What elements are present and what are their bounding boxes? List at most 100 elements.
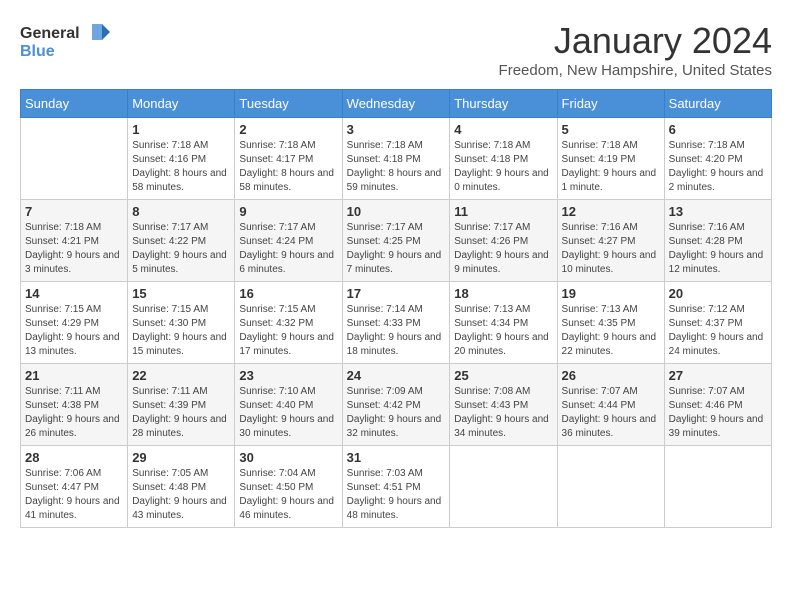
calendar-cell: 9 Sunrise: 7:17 AMSunset: 4:24 PMDaylight…: [235, 200, 342, 282]
day-number: 19: [562, 286, 660, 301]
calendar-cell: 12 Sunrise: 7:16 AMSunset: 4:27 PMDayligh…: [557, 200, 664, 282]
calendar-cell: 25 Sunrise: 7:08 AMSunset: 4:43 PMDayligh…: [450, 364, 557, 446]
day-info: Sunrise: 7:17 AMSunset: 4:22 PMDaylight:…: [132, 221, 230, 277]
calendar-cell: 6 Sunrise: 7:18 AMSunset: 4:20 PMDaylight…: [664, 118, 771, 200]
calendar-cell: 3 Sunrise: 7:18 AMSunset: 4:18 PMDaylight…: [342, 118, 450, 200]
day-number: 15: [132, 286, 230, 301]
day-info: Sunrise: 7:12 AMSunset: 4:37 PMDaylight:…: [669, 303, 767, 359]
calendar-cell: 19 Sunrise: 7:13 AMSunset: 4:35 PMDayligh…: [557, 282, 664, 364]
col-header-monday: Monday: [128, 90, 235, 118]
calendar-cell: 13Sunrise: 7:16 AMSunset: 4:28 PMDayligh…: [664, 200, 771, 282]
day-info: Sunrise: 7:11 AMSunset: 4:39 PMDaylight:…: [132, 385, 230, 441]
day-info: Sunrise: 7:16 AMSunset: 4:27 PMDaylight:…: [562, 221, 660, 277]
day-number: 2: [239, 122, 337, 137]
col-header-wednesday: Wednesday: [342, 90, 450, 118]
day-number: 26: [562, 368, 660, 383]
col-header-friday: Friday: [557, 90, 664, 118]
day-number: 3: [347, 122, 446, 137]
day-info: Sunrise: 7:07 AMSunset: 4:46 PMDaylight:…: [669, 385, 767, 441]
svg-text:General: General: [20, 25, 80, 42]
col-header-tuesday: Tuesday: [235, 90, 342, 118]
day-number: 20: [669, 286, 767, 301]
calendar-body: 1 Sunrise: 7:18 AMSunset: 4:16 PMDaylight…: [21, 118, 772, 528]
day-info: Sunrise: 7:17 AMSunset: 4:24 PMDaylight:…: [239, 221, 337, 277]
calendar-cell: [450, 446, 557, 528]
day-number: 24: [347, 368, 446, 383]
day-info: Sunrise: 7:15 AMSunset: 4:29 PMDaylight:…: [25, 303, 123, 359]
calendar-header-row: SundayMondayTuesdayWednesdayThursdayFrid…: [21, 90, 772, 118]
calendar-cell: 14 Sunrise: 7:15 AMSunset: 4:29 PMDayligh…: [21, 282, 128, 364]
day-number: 21: [25, 368, 123, 383]
day-number: 4: [454, 122, 552, 137]
day-number: 7: [25, 204, 123, 219]
calendar-cell: 29Sunrise: 7:05 AMSunset: 4:48 PMDayligh…: [128, 446, 235, 528]
header: General Blue January 2024 Freedom, New H…: [20, 20, 772, 79]
calendar-cell: 31Sunrise: 7:03 AMSunset: 4:51 PMDayligh…: [342, 446, 450, 528]
day-info: Sunrise: 7:18 AMSunset: 4:20 PMDaylight:…: [669, 139, 767, 195]
calendar-week-row: 7 Sunrise: 7:18 AMSunset: 4:21 PMDaylight…: [21, 200, 772, 282]
day-number: 6: [669, 122, 767, 137]
day-number: 5: [562, 122, 660, 137]
logo: General Blue: [20, 20, 110, 60]
calendar-cell: 26 Sunrise: 7:07 AMSunset: 4:44 PMDayligh…: [557, 364, 664, 446]
day-info: Sunrise: 7:17 AMSunset: 4:26 PMDaylight:…: [454, 221, 552, 277]
calendar-cell: 5 Sunrise: 7:18 AMSunset: 4:19 PMDaylight…: [557, 118, 664, 200]
calendar-cell: 23 Sunrise: 7:10 AMSunset: 4:40 PMDayligh…: [235, 364, 342, 446]
day-info: Sunrise: 7:11 AMSunset: 4:38 PMDaylight:…: [25, 385, 123, 441]
calendar-cell: 10Sunrise: 7:17 AMSunset: 4:25 PMDayligh…: [342, 200, 450, 282]
calendar-cell: 7 Sunrise: 7:18 AMSunset: 4:21 PMDaylight…: [21, 200, 128, 282]
calendar-cell: [664, 446, 771, 528]
col-header-thursday: Thursday: [450, 90, 557, 118]
day-info: Sunrise: 7:07 AMSunset: 4:44 PMDaylight:…: [562, 385, 660, 441]
calendar-cell: 28Sunrise: 7:06 AMSunset: 4:47 PMDayligh…: [21, 446, 128, 528]
calendar-cell: 8Sunrise: 7:17 AMSunset: 4:22 PMDaylight…: [128, 200, 235, 282]
day-info: Sunrise: 7:15 AMSunset: 4:32 PMDaylight:…: [239, 303, 337, 359]
calendar-cell: 16Sunrise: 7:15 AMSunset: 4:32 PMDayligh…: [235, 282, 342, 364]
calendar-week-row: 1 Sunrise: 7:18 AMSunset: 4:16 PMDaylight…: [21, 118, 772, 200]
day-number: 30: [239, 450, 337, 465]
day-info: Sunrise: 7:03 AMSunset: 4:51 PMDaylight:…: [347, 467, 446, 523]
calendar-cell: 22Sunrise: 7:11 AMSunset: 4:39 PMDayligh…: [128, 364, 235, 446]
day-number: 27: [669, 368, 767, 383]
day-info: Sunrise: 7:18 AMSunset: 4:16 PMDaylight:…: [132, 139, 230, 195]
day-info: Sunrise: 7:18 AMSunset: 4:21 PMDaylight:…: [25, 221, 123, 277]
day-number: 10: [347, 204, 446, 219]
day-info: Sunrise: 7:10 AMSunset: 4:40 PMDaylight:…: [239, 385, 337, 441]
calendar-cell: 21 Sunrise: 7:11 AMSunset: 4:38 PMDayligh…: [21, 364, 128, 446]
calendar-cell: 20 Sunrise: 7:12 AMSunset: 4:37 PMDayligh…: [664, 282, 771, 364]
day-number: 12: [562, 204, 660, 219]
day-info: Sunrise: 7:13 AMSunset: 4:35 PMDaylight:…: [562, 303, 660, 359]
day-number: 9: [239, 204, 337, 219]
day-info: Sunrise: 7:04 AMSunset: 4:50 PMDaylight:…: [239, 467, 337, 523]
day-number: 1: [132, 122, 230, 137]
day-number: 25: [454, 368, 552, 383]
calendar-table: SundayMondayTuesdayWednesdayThursdayFrid…: [20, 89, 772, 528]
day-info: Sunrise: 7:18 AMSunset: 4:19 PMDaylight:…: [562, 139, 660, 195]
day-info: Sunrise: 7:13 AMSunset: 4:34 PMDaylight:…: [454, 303, 552, 359]
day-info: Sunrise: 7:18 AMSunset: 4:17 PMDaylight:…: [239, 139, 337, 195]
day-number: 13: [669, 204, 767, 219]
calendar-cell: 1 Sunrise: 7:18 AMSunset: 4:16 PMDaylight…: [128, 118, 235, 200]
calendar-week-row: 28Sunrise: 7:06 AMSunset: 4:47 PMDayligh…: [21, 446, 772, 528]
day-info: Sunrise: 7:15 AMSunset: 4:30 PMDaylight:…: [132, 303, 230, 359]
day-number: 23: [239, 368, 337, 383]
page-title: January 2024: [499, 20, 772, 62]
day-info: Sunrise: 7:09 AMSunset: 4:42 PMDaylight:…: [347, 385, 446, 441]
calendar-cell: [21, 118, 128, 200]
day-number: 17: [347, 286, 446, 301]
day-number: 14: [25, 286, 123, 301]
page-subtitle: Freedom, New Hampshire, United States: [499, 62, 772, 79]
calendar-cell: 17Sunrise: 7:14 AMSunset: 4:33 PMDayligh…: [342, 282, 450, 364]
day-info: Sunrise: 7:18 AMSunset: 4:18 PMDaylight:…: [454, 139, 552, 195]
day-info: Sunrise: 7:18 AMSunset: 4:18 PMDaylight:…: [347, 139, 446, 195]
calendar-week-row: 21 Sunrise: 7:11 AMSunset: 4:38 PMDayligh…: [21, 364, 772, 446]
col-header-sunday: Sunday: [21, 90, 128, 118]
calendar-cell: 15 Sunrise: 7:15 AMSunset: 4:30 PMDayligh…: [128, 282, 235, 364]
calendar-cell: 18 Sunrise: 7:13 AMSunset: 4:34 PMDayligh…: [450, 282, 557, 364]
svg-text:Blue: Blue: [20, 43, 55, 60]
day-info: Sunrise: 7:06 AMSunset: 4:47 PMDaylight:…: [25, 467, 123, 523]
calendar-week-row: 14 Sunrise: 7:15 AMSunset: 4:29 PMDayligh…: [21, 282, 772, 364]
col-header-saturday: Saturday: [664, 90, 771, 118]
day-number: 18: [454, 286, 552, 301]
day-info: Sunrise: 7:08 AMSunset: 4:43 PMDaylight:…: [454, 385, 552, 441]
